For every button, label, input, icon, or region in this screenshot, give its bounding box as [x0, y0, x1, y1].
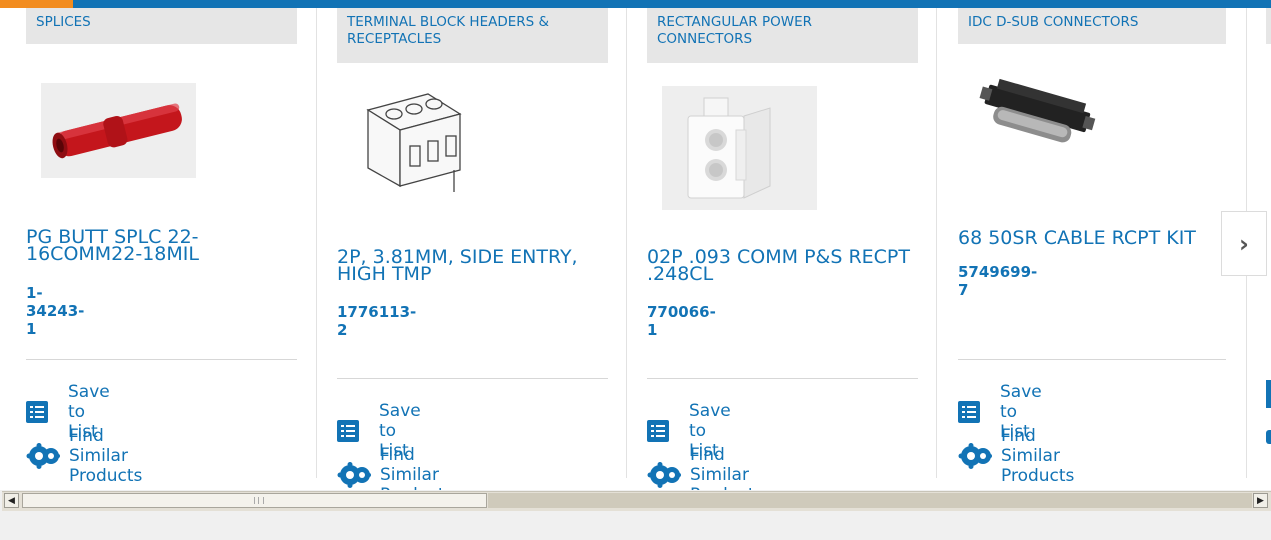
card-divider	[26, 359, 297, 360]
product-title[interactable]: 68 50SR CABLE RCPT KIT	[958, 229, 1233, 248]
card-divider	[337, 378, 608, 379]
find-similar-label: Find Similar Products	[69, 426, 143, 486]
find-similar-button[interactable]: Find Similar Products	[958, 426, 1074, 486]
top-accent-bar	[0, 0, 1271, 8]
product-carousel: SPLICES PG BUTT SPLC 22-16COMM22-18MIL 1…	[0, 0, 1271, 490]
card-divider	[958, 359, 1226, 360]
product-category[interactable]: IDC D-SUB CONNECTORS	[958, 8, 1226, 44]
product-category[interactable]: RECTANGULAR POWER CONNECTORS	[647, 8, 918, 63]
find-similar-button[interactable]: Find Similar Products	[647, 445, 763, 490]
gears-icon	[337, 462, 371, 488]
find-similar-button[interactable]: Find Similar Products	[337, 445, 453, 490]
arrow-right-icon: ▶	[1257, 495, 1264, 506]
active-indicator	[0, 0, 73, 8]
power-connector-image[interactable]	[662, 86, 817, 214]
scrollbar-track[interactable]	[488, 493, 1252, 508]
gears-icon	[647, 462, 681, 488]
dsub-connector-image[interactable]	[973, 78, 1098, 157]
card-divider	[647, 378, 918, 379]
arrow-left-icon: ◀	[8, 495, 15, 506]
horizontal-scrollbar[interactable]: ◀ ▶	[2, 491, 1271, 511]
part-number[interactable]: 1776113-2	[337, 303, 416, 339]
next-card-gears-icon-edge	[1266, 430, 1271, 444]
part-number[interactable]: 5749699-7	[958, 263, 1037, 299]
find-similar-label: Find Similar Products	[1001, 426, 1075, 486]
checklist-icon	[958, 401, 980, 423]
scroll-right-button[interactable]: ▶	[1253, 493, 1268, 508]
gears-icon	[958, 443, 992, 469]
chevron-right-icon: ›	[1239, 229, 1249, 258]
product-category[interactable]: SPLICES	[26, 8, 297, 44]
next-card-save-icon-edge	[1266, 380, 1271, 408]
terminal-block-image[interactable]	[352, 88, 472, 207]
part-number[interactable]: 1-34243-1	[26, 284, 84, 338]
gears-icon	[26, 443, 60, 469]
card-separator	[936, 8, 937, 478]
grip-icon	[254, 497, 264, 504]
checklist-icon	[26, 401, 48, 423]
scroll-left-button[interactable]: ◀	[4, 493, 19, 508]
find-similar-label: Find Similar Products	[380, 445, 453, 490]
product-title[interactable]: PG BUTT SPLC 22-16COMM22-18MIL	[26, 228, 301, 264]
part-number[interactable]: 770066-1	[647, 303, 716, 339]
product-title[interactable]: 02P .093 COMM P&S RECPT .248CL	[647, 248, 922, 284]
scrollbar-thumb[interactable]	[22, 493, 487, 508]
product-title[interactable]: 2P, 3.81MM, SIDE ENTRY, HIGH TMP	[337, 248, 612, 284]
card-separator	[316, 8, 317, 478]
find-similar-button[interactable]: Find Similar Products	[26, 426, 142, 486]
checklist-icon	[337, 420, 359, 442]
checklist-icon	[647, 420, 669, 442]
product-category[interactable]: TERMINAL BLOCK HEADERS & RECEPTACLES	[337, 8, 608, 63]
find-similar-label: Find Similar Products	[690, 445, 763, 490]
next-card-category-edge	[1266, 8, 1271, 44]
carousel-next-button[interactable]: ›	[1221, 211, 1267, 276]
butt-splice-image[interactable]	[41, 83, 196, 182]
card-separator	[626, 8, 627, 478]
